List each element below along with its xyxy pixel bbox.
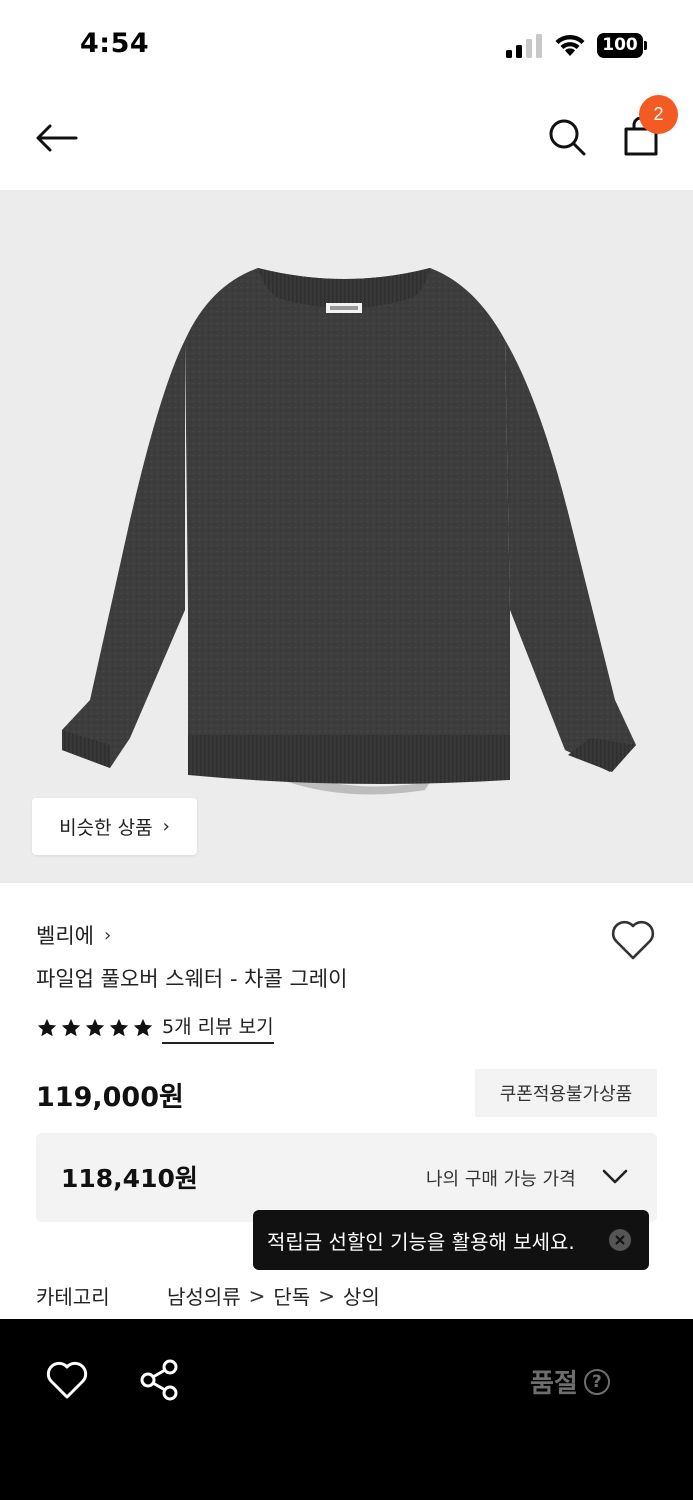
star-rating xyxy=(36,1017,154,1039)
category-crumb[interactable]: 남성의류 xyxy=(167,1281,241,1310)
similar-products-button[interactable]: 비슷한 상품 › xyxy=(32,798,197,855)
my-price-label: 나의 구매 가능 가격 xyxy=(426,1169,576,1190)
status-bar: 4:54 100 xyxy=(0,0,693,90)
sweater-image xyxy=(62,268,636,795)
category-row: 카테고리 남성의류 > 단독 > 상의 xyxy=(36,1281,380,1310)
help-icon[interactable]: ? xyxy=(583,1368,610,1395)
brand-name: 벨리에 xyxy=(36,924,94,948)
close-icon[interactable] xyxy=(609,1229,631,1251)
star-icon xyxy=(109,1018,129,1037)
brand-link[interactable]: 벨리에 › xyxy=(36,920,111,950)
chevron-down-icon xyxy=(602,1169,628,1184)
search-button[interactable] xyxy=(540,110,594,164)
star-icon xyxy=(133,1018,153,1037)
heart-icon[interactable] xyxy=(44,1359,90,1401)
rating-row: 5개 리뷰 보기 xyxy=(36,1012,274,1044)
x-mark-icon xyxy=(615,1235,625,1245)
product-image[interactable]: 비슷한 상품 › xyxy=(0,190,693,883)
chevron-right-icon: › xyxy=(162,816,170,837)
chevron-right-icon: > xyxy=(318,1283,335,1308)
star-icon xyxy=(37,1018,57,1037)
product-price: 119,000원 xyxy=(36,1082,184,1113)
bottom-action-bar: 품절 ? xyxy=(0,1319,693,1500)
my-price-dropdown[interactable]: 118,410원 나의 구매 가능 가격 xyxy=(36,1133,657,1222)
star-icon xyxy=(85,1018,105,1037)
category-label: 카테고리 xyxy=(36,1285,110,1309)
share-icon[interactable] xyxy=(138,1358,180,1402)
cart-count-badge: 2 xyxy=(639,95,678,134)
category-crumb[interactable]: 단독 xyxy=(273,1281,310,1310)
review-link[interactable]: 5개 리뷰 보기 xyxy=(162,1012,274,1044)
category-breadcrumb: 남성의류 > 단독 > 상의 xyxy=(167,1281,380,1310)
my-price-value: 118,410원 xyxy=(61,1164,198,1193)
battery-tip xyxy=(644,41,647,50)
search-icon xyxy=(549,119,586,156)
soldout-button: 품절 ? xyxy=(530,1363,610,1400)
category-crumb[interactable]: 상의 xyxy=(343,1281,380,1310)
wifi-icon xyxy=(555,34,585,56)
similar-products-label: 비슷한 상품 xyxy=(59,817,153,839)
top-nav xyxy=(0,90,693,190)
soldout-label: 품절 xyxy=(530,1369,578,1399)
status-time: 4:54 xyxy=(80,28,150,59)
heart-icon[interactable] xyxy=(609,918,657,962)
arrow-left-icon xyxy=(36,124,78,152)
product-name: 파일업 풀오버 스웨터 - 차콜 그레이 xyxy=(36,967,348,991)
points-tooltip: 적립금 선할인 기능을 활용해 보세요. xyxy=(253,1210,649,1270)
cellular-signal-icon xyxy=(506,34,542,58)
battery-level: 100 xyxy=(597,33,643,58)
star-icon xyxy=(61,1018,81,1037)
tooltip-text: 적립금 선할인 기능을 활용해 보세요. xyxy=(267,1229,575,1254)
back-button[interactable] xyxy=(30,112,82,164)
chevron-right-icon: › xyxy=(103,924,112,946)
coupon-unavailable-badge: 쿠폰적용불가상품 xyxy=(475,1069,657,1117)
battery-indicator: 100 xyxy=(597,33,647,58)
chevron-right-icon: > xyxy=(248,1283,266,1308)
